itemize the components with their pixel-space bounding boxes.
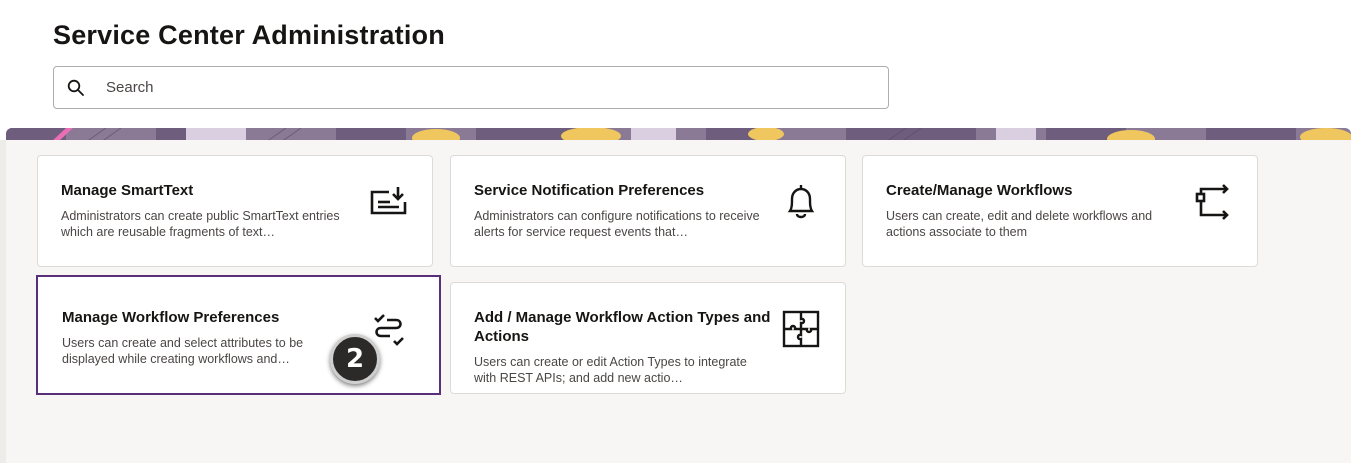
page-header: Service Center Administration [53,20,445,51]
card-manage-workflow-preferences[interactable]: Manage Workflow Preferences Users can cr… [36,275,441,395]
card-manage-smarttext[interactable]: Manage SmartText Administrators can crea… [37,155,433,267]
search-icon [54,67,98,108]
page-title: Service Center Administration [53,20,445,50]
card-description: Users can create or edit Action Types to… [474,355,747,385]
card-create-manage-workflows[interactable]: Create/Manage Workflows Users can create… [862,155,1258,267]
card-title: Manage Workflow Preferences [62,309,280,326]
card-title: Create/Manage Workflows [886,182,1073,199]
search-box[interactable] [53,66,889,109]
card-title: Add / Manage Workflow Action Types and A… [474,309,771,345]
workflow-arrows-icon [1193,182,1233,222]
step-badge: 2 [330,334,380,384]
bell-icon [781,182,821,222]
puzzle-icon [781,309,821,349]
card-description: Administrators can create public SmartTe… [61,209,340,239]
search-input[interactable] [98,67,888,108]
card-add-manage-workflow-action-types[interactable]: Add / Manage Workflow Action Types and A… [450,282,846,394]
card-service-notification-preferences[interactable]: Service Notification Preferences Adminis… [450,155,846,267]
workflow-check-icon [369,308,409,348]
card-title: Service Notification Preferences [474,182,705,199]
card-description: Administrators can configure notificatio… [474,209,760,239]
card-description: Users can create and select attributes t… [62,336,304,366]
smarttext-download-icon [368,182,408,222]
card-description: Users can create, edit and delete workfl… [886,209,1153,239]
card-title: Manage SmartText [61,182,194,199]
